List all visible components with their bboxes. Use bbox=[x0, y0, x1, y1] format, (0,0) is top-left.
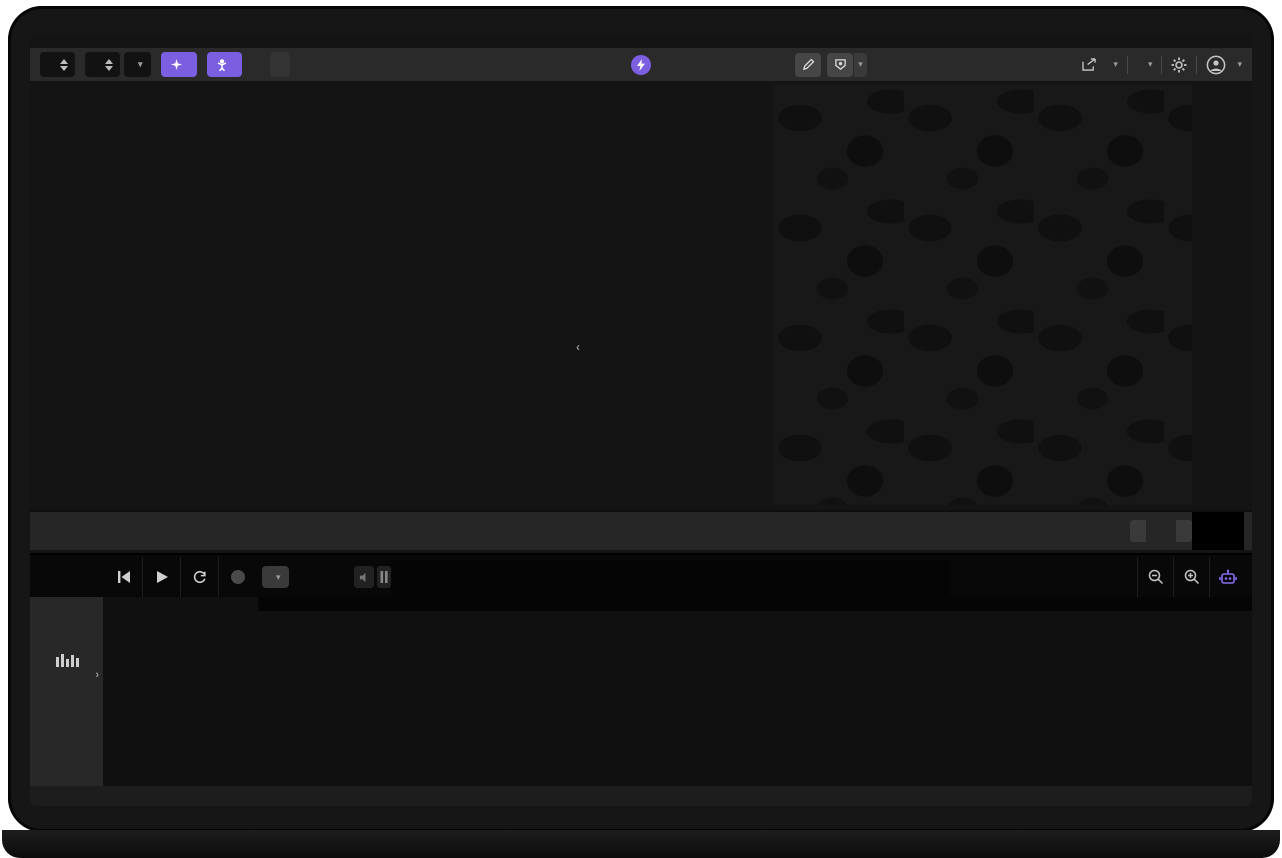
chevron-down-icon: ▾ bbox=[858, 59, 863, 70]
bpm-stepper[interactable] bbox=[60, 59, 68, 71]
serato-studio-logo bbox=[625, 55, 657, 75]
library-icon bbox=[54, 652, 80, 670]
status-bar bbox=[30, 786, 1252, 806]
robot-icon bbox=[1219, 569, 1237, 586]
chevron-down-icon: ▾ bbox=[1148, 59, 1153, 70]
divider bbox=[1161, 56, 1162, 74]
key-stepper[interactable] bbox=[105, 59, 113, 71]
midi-button[interactable] bbox=[270, 52, 290, 77]
toolbar-right-group: ▾ ▾ ▾ bbox=[1082, 55, 1242, 75]
chevron-down-icon: ▾ bbox=[276, 572, 281, 583]
fx-rack bbox=[30, 510, 1252, 550]
zoom-out-button[interactable] bbox=[1137, 557, 1174, 597]
monitor-toggle-button[interactable] bbox=[354, 566, 374, 588]
play-button[interactable] bbox=[143, 557, 181, 597]
zoom-in-icon bbox=[1184, 569, 1200, 585]
sampler-dropdown-caret[interactable]: ▾ bbox=[854, 53, 867, 77]
sidebar-expand-icon[interactable]: › bbox=[95, 669, 99, 681]
shield-icon bbox=[834, 58, 847, 71]
pen-icon bbox=[802, 58, 815, 71]
transport-bar: ▾ bbox=[30, 553, 1252, 599]
export-icon bbox=[1082, 58, 1097, 71]
chevron-down-icon: ▾ bbox=[1113, 59, 1118, 70]
monitor-icon bbox=[359, 572, 370, 583]
bpm-control[interactable] bbox=[40, 52, 75, 77]
arrangement-panel: › bbox=[30, 597, 1252, 806]
zoom-in-button[interactable] bbox=[1173, 557, 1210, 597]
key-control[interactable] bbox=[85, 52, 120, 77]
library-sidebar[interactable]: › bbox=[30, 597, 104, 790]
chevron-down-icon: ▾ bbox=[1237, 59, 1242, 70]
person-icon bbox=[217, 59, 227, 71]
mixer-panel: ‹ bbox=[30, 85, 1252, 505]
mix-mode-button[interactable] bbox=[207, 52, 242, 77]
fx-mode-button[interactable] bbox=[161, 52, 197, 77]
pause-bars-icon bbox=[380, 571, 388, 583]
skip-start-icon bbox=[117, 570, 131, 584]
export-button[interactable]: ▾ bbox=[1082, 58, 1118, 71]
sampler-button[interactable] bbox=[827, 53, 853, 77]
sparkle-icon bbox=[171, 59, 182, 70]
record-button[interactable] bbox=[219, 557, 256, 597]
divider bbox=[1196, 56, 1197, 74]
fx-page-prev-button[interactable] bbox=[1130, 520, 1146, 542]
account-icon bbox=[1206, 55, 1226, 75]
song-overview-minimap[interactable] bbox=[391, 560, 950, 596]
timeline-tracks[interactable] bbox=[258, 597, 1252, 790]
chevron-down-icon: ▾ bbox=[138, 59, 143, 70]
assistant-button[interactable] bbox=[1209, 557, 1245, 597]
gear-icon bbox=[1171, 57, 1187, 73]
count-in-button[interactable] bbox=[377, 566, 391, 588]
laptop-base bbox=[2, 830, 1280, 858]
lightning-bolt-icon bbox=[631, 55, 651, 75]
mixer-empty-area bbox=[774, 85, 1192, 505]
fx-pager bbox=[1130, 520, 1192, 542]
skip-to-start-button[interactable] bbox=[105, 557, 143, 597]
divider bbox=[1127, 56, 1128, 74]
pen-tool-button[interactable] bbox=[795, 53, 821, 77]
audio-input-dropdown[interactable]: ▾ bbox=[262, 566, 289, 588]
scale-dropdown[interactable]: ▾ bbox=[124, 52, 151, 77]
add-fx-button[interactable] bbox=[1092, 516, 1122, 546]
account-button[interactable]: ▾ bbox=[1206, 55, 1242, 75]
record-icon bbox=[230, 569, 246, 585]
fx-page-indicator bbox=[1146, 520, 1176, 542]
help-button[interactable]: ▾ bbox=[1137, 59, 1153, 70]
collapse-group-icon[interactable]: ‹ bbox=[576, 340, 580, 354]
loop-button[interactable] bbox=[181, 557, 219, 597]
loop-icon bbox=[192, 570, 208, 584]
laptop-mockup: ▾ bbox=[0, 0, 1282, 858]
app-window: ▾ bbox=[30, 34, 1252, 806]
top-toolbar: ▾ bbox=[30, 48, 1252, 81]
zoom-out-icon bbox=[1148, 569, 1164, 585]
fx-page-next-button[interactable] bbox=[1176, 520, 1192, 542]
play-icon bbox=[155, 570, 169, 584]
settings-button[interactable] bbox=[1171, 57, 1187, 73]
fx-master-selector[interactable] bbox=[1192, 512, 1244, 550]
